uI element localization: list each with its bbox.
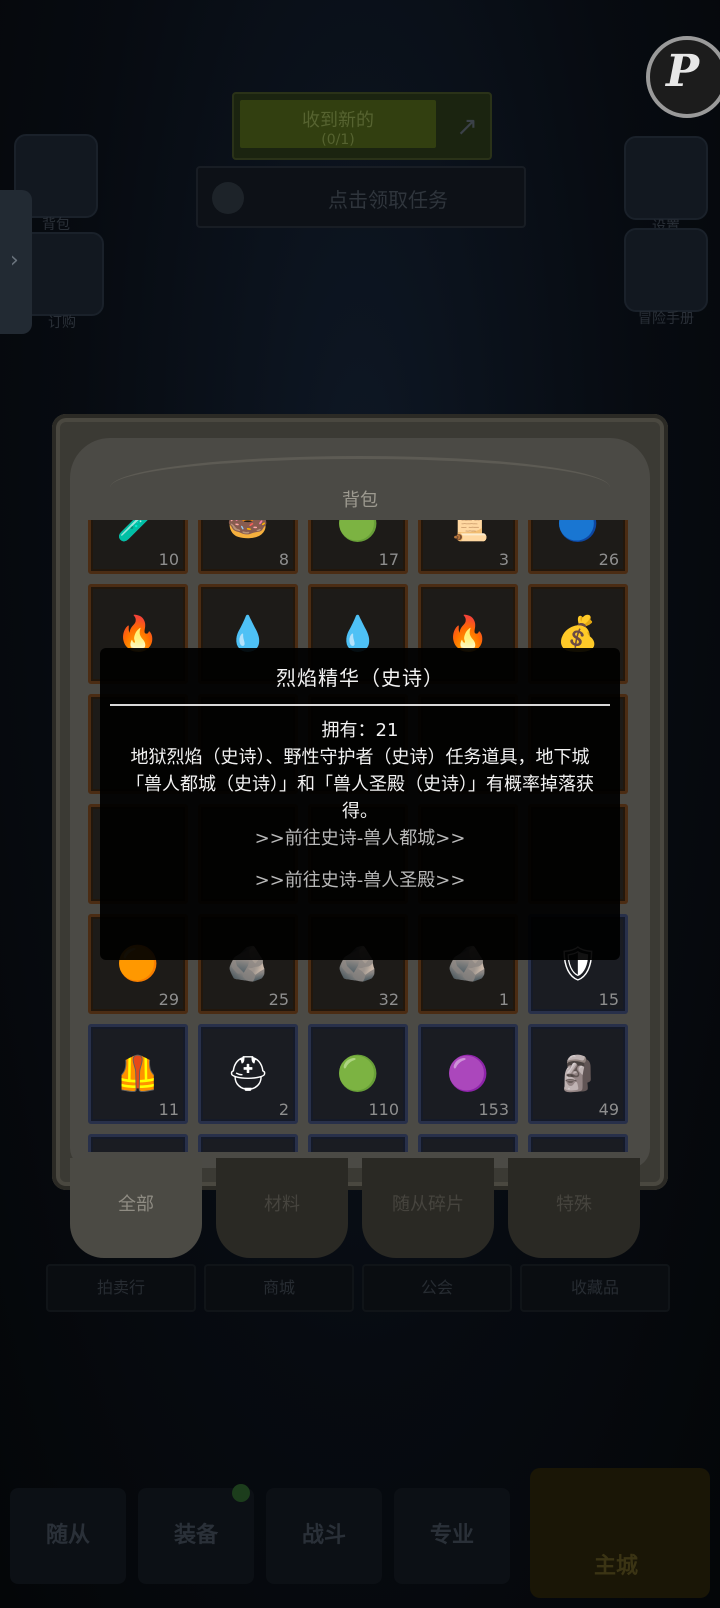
inventory-slot[interactable]: 🔵 26	[528, 520, 628, 574]
inventory-slot[interactable]: 🟢 110	[308, 1024, 408, 1124]
quest-label: 收到新的	[302, 110, 374, 131]
item-owned-count: 拥有：21	[321, 720, 399, 741]
item-count: 2	[278, 1100, 289, 1119]
inventory-slot[interactable]	[528, 1134, 628, 1152]
nav-profession[interactable]: 专业	[394, 1488, 510, 1584]
goto-orc-temple-link[interactable]: >>前往史诗-兽人圣殿>>	[100, 866, 620, 892]
item-icon: 🟢	[336, 520, 380, 544]
item-count: 8	[278, 550, 289, 569]
item-icon: 🔥	[446, 614, 490, 654]
nav-followers[interactable]: 随从	[10, 1488, 126, 1584]
item-count: 32	[378, 990, 399, 1009]
secondary-buttons: 拍卖行 商城 公会 收藏品	[46, 1264, 676, 1312]
item-icon: 💰	[556, 614, 600, 654]
item-icon: 🧪	[116, 520, 160, 544]
tab-special[interactable]: 特殊	[508, 1158, 640, 1258]
tab-follower-shards[interactable]: 随从碎片	[362, 1158, 494, 1258]
item-count: 1	[498, 990, 509, 1009]
inventory-slot[interactable]: 🦺 11	[88, 1024, 188, 1124]
gear-icon[interactable]: 设置	[624, 136, 708, 235]
book-icon[interactable]: 冒险手册	[624, 228, 708, 327]
inventory-slot[interactable]	[418, 1134, 518, 1152]
inventory-slot[interactable]	[308, 1134, 408, 1152]
item-icon: 🍩	[226, 520, 270, 544]
item-icon: 📜	[446, 520, 490, 544]
tab-materials-label: 材料	[264, 1194, 300, 1215]
tab-all-label: 全部	[118, 1194, 154, 1215]
notification-dot	[232, 1484, 250, 1502]
tab-special-label: 特殊	[556, 1194, 592, 1215]
nav-main-city-label: 主城	[594, 1554, 639, 1579]
shop-icon[interactable]: 订购	[20, 232, 104, 331]
item-count: 15	[598, 990, 619, 1009]
item-count: 110	[368, 1100, 399, 1119]
nav-equipment[interactable]: 装备	[138, 1488, 254, 1584]
item-tooltip: 烈焰精华（史诗） 拥有：21 地狱烈焰（史诗）、野性守护者（史诗）任务道具，地下…	[100, 648, 620, 960]
inventory-slot[interactable]	[198, 1134, 298, 1152]
tooltip-divider	[110, 704, 610, 706]
nav-main-city[interactable]: 主城	[530, 1468, 710, 1598]
quest-button[interactable]: 收到新的 (0/1) ↗	[232, 92, 492, 160]
inventory-slot[interactable]: 🟣 153	[418, 1024, 518, 1124]
tab-follower-shards-label: 随从碎片	[392, 1194, 464, 1215]
mall-button[interactable]: 商城	[204, 1264, 354, 1312]
item-count: 49	[598, 1100, 619, 1119]
task-bar[interactable]: 点击领取任务	[196, 166, 526, 228]
item-icon: 🟢	[336, 1054, 380, 1094]
category-tabs: 全部 材料 随从碎片 特殊	[66, 1158, 666, 1278]
bottom-nav: 随从 装备 战斗 专业 主城	[0, 1468, 720, 1608]
item-count: 25	[268, 990, 289, 1009]
inventory-slot[interactable]: 📜 3	[418, 520, 518, 574]
goto-orc-capital-link[interactable]: >>前往史诗-兽人都城>>	[100, 824, 620, 850]
floating-badge[interactable]: P	[646, 36, 720, 118]
item-count: 3	[498, 550, 509, 569]
collection-button[interactable]: 收藏品	[520, 1264, 670, 1312]
item-count: 17	[378, 550, 399, 569]
item-icon: 🗿	[556, 1054, 600, 1094]
backpack-title: 背包	[342, 490, 378, 511]
inventory-slot[interactable]: 🗿 49	[528, 1024, 628, 1124]
item-count: 153	[478, 1100, 509, 1119]
item-count: 11	[158, 1100, 179, 1119]
share-icon[interactable]: ↗	[456, 112, 478, 142]
side-drawer-toggle[interactable]: ›	[0, 190, 32, 334]
item-description: 地狱烈焰（史诗）、野性守护者（史诗）任务道具，地下城「兽人都城（史诗）」和「兽人…	[126, 747, 594, 822]
item-icon: 🔵	[556, 520, 600, 544]
task-text: 点击领取任务	[328, 188, 448, 212]
item-count: 29	[158, 990, 179, 1009]
item-icon: ⛑	[226, 1054, 270, 1094]
inventory-slot[interactable]: 🧪 10	[88, 520, 188, 574]
quest-progress: (0/1)	[321, 132, 355, 148]
shop-icon-label: 订购	[48, 315, 76, 331]
inventory-slot[interactable]: 🟢 17	[308, 520, 408, 574]
inventory-slot[interactable]	[88, 1134, 188, 1152]
item-name: 烈焰精华（史诗）	[276, 666, 444, 690]
inventory-slot[interactable]: ⛑ 2	[198, 1024, 298, 1124]
item-icon: 🟣	[446, 1054, 490, 1094]
adventure-book-label: 冒险手册	[638, 311, 694, 327]
inventory-slot[interactable]: 🍩 8	[198, 520, 298, 574]
item-count: 26	[598, 550, 619, 569]
task-icon	[212, 182, 244, 214]
item-icon: 💧	[226, 614, 270, 654]
auction-button[interactable]: 拍卖行	[46, 1264, 196, 1312]
tab-materials[interactable]: 材料	[216, 1158, 348, 1258]
chevron-right-icon: ›	[10, 248, 19, 273]
tab-all[interactable]: 全部	[70, 1158, 202, 1258]
badge-letter: P	[666, 46, 700, 97]
item-icon: 🦺	[116, 1054, 160, 1094]
item-icon: 💧	[336, 614, 380, 654]
guild-button[interactable]: 公会	[362, 1264, 512, 1312]
item-count: 10	[158, 550, 179, 569]
nav-battle[interactable]: 战斗	[266, 1488, 382, 1584]
item-icon: 🔥	[116, 614, 160, 654]
